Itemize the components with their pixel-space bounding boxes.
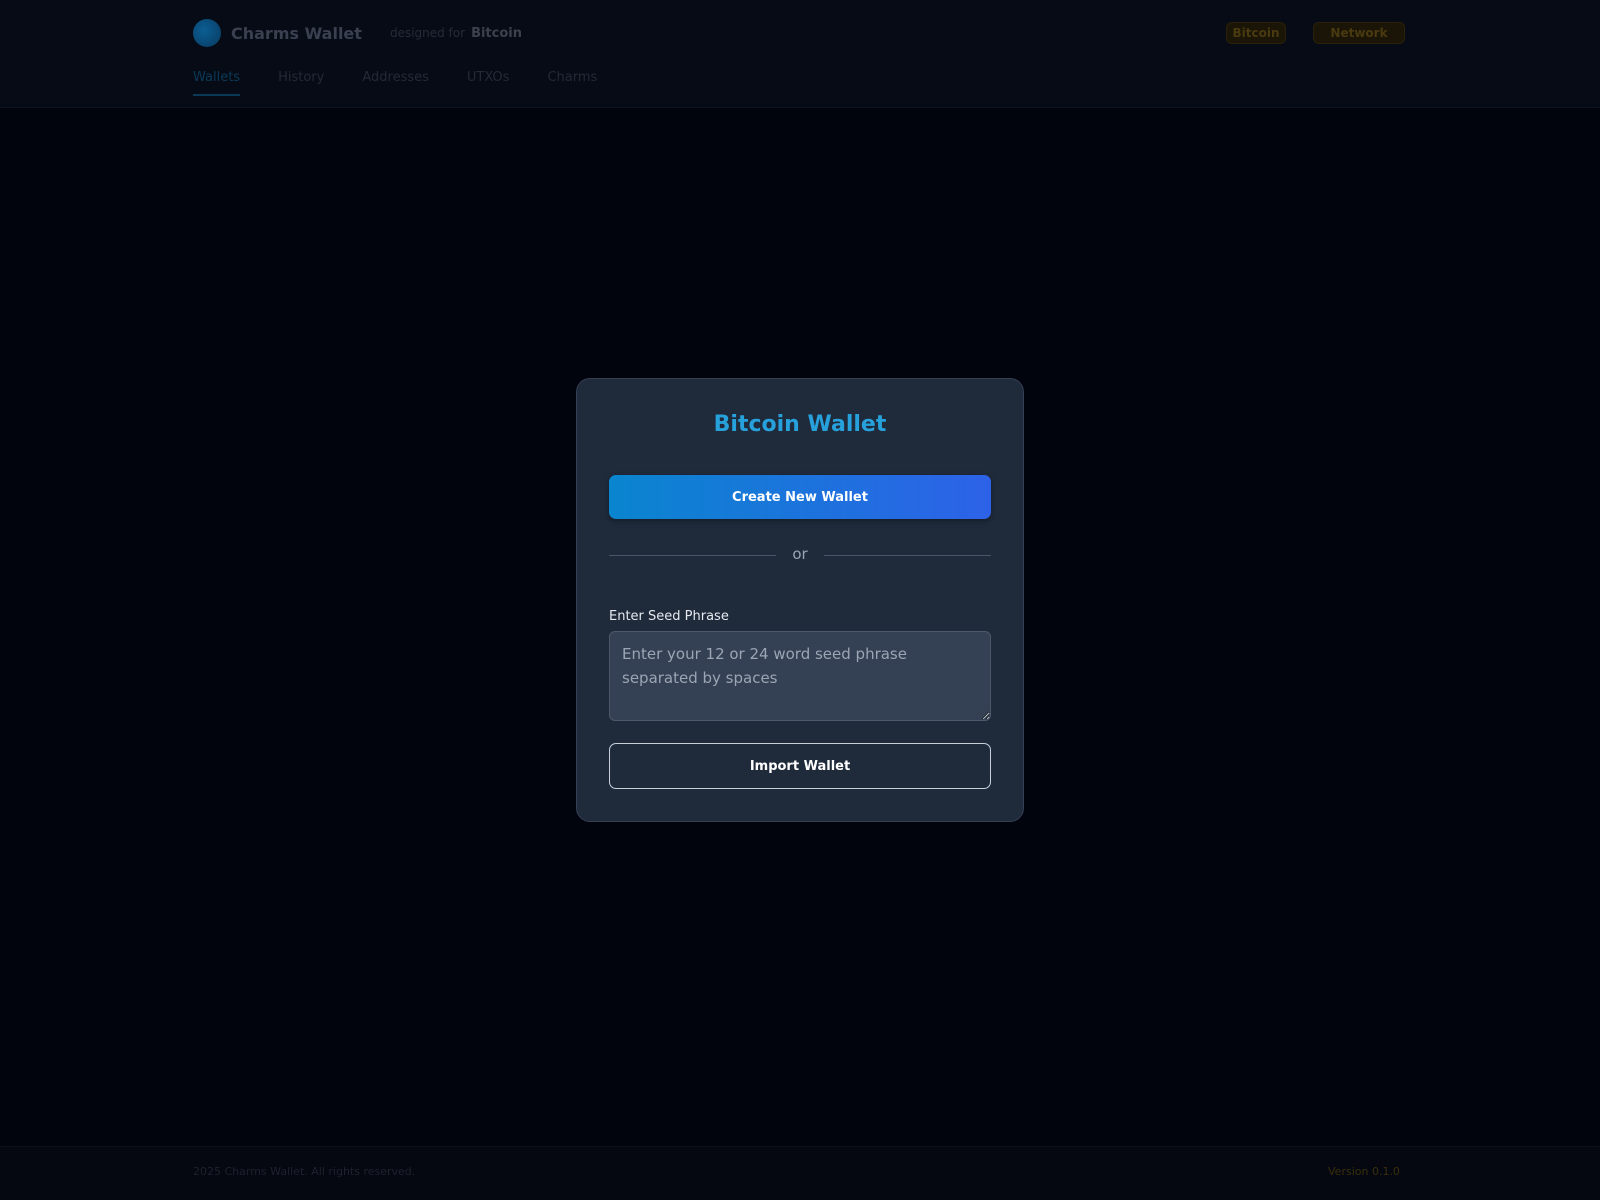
divider-text: or [792,545,808,563]
brand[interactable]: Charms Wallet designed for Bitcoin [193,18,522,48]
designed-for-label: designed for [389,26,466,40]
designed-for: designed for Bitcoin [390,26,522,41]
designed-for-brand: Bitcoin [471,25,522,41]
or-divider: or [609,545,991,565]
footer-copyright: 2025 Charms Wallet. All rights reserved. [193,1165,416,1178]
tab-history[interactable]: History [278,70,324,96]
tab-charms[interactable]: Charms [547,70,597,96]
main-tabs: Wallets History Addresses UTXOs Charms [193,70,597,96]
charms-logo-icon [193,19,221,47]
footer-version: Version 0.1.0 [1328,1165,1400,1178]
modal-title: Bitcoin Wallet [713,412,887,437]
header-button-bitcoin[interactable]: Bitcoin [1226,22,1286,44]
tab-addresses[interactable]: Addresses [362,70,429,96]
page-footer: 2025 Charms Wallet. All rights reserved.… [0,1146,1600,1200]
seed-phrase-input[interactable] [609,631,991,721]
divider-line-right [824,555,991,556]
import-wallet-button[interactable]: Import Wallet [609,743,991,789]
create-wallet-button[interactable]: Create New Wallet [609,475,991,519]
header-button-network[interactable]: Network [1313,22,1405,44]
seed-phrase-label: Enter Seed Phrase [609,609,729,624]
tab-utxos[interactable]: UTXOs [467,70,510,96]
tab-wallets[interactable]: Wallets [193,70,241,96]
top-header: Charms Wallet designed for Bitcoin Bitco… [0,0,1600,108]
brand-name: Charms Wallet [231,23,362,43]
wallet-setup-modal: Bitcoin Wallet Create New Wallet or Ente… [576,378,1024,822]
app-root: Charms Wallet designed for Bitcoin Bitco… [0,0,1600,1200]
